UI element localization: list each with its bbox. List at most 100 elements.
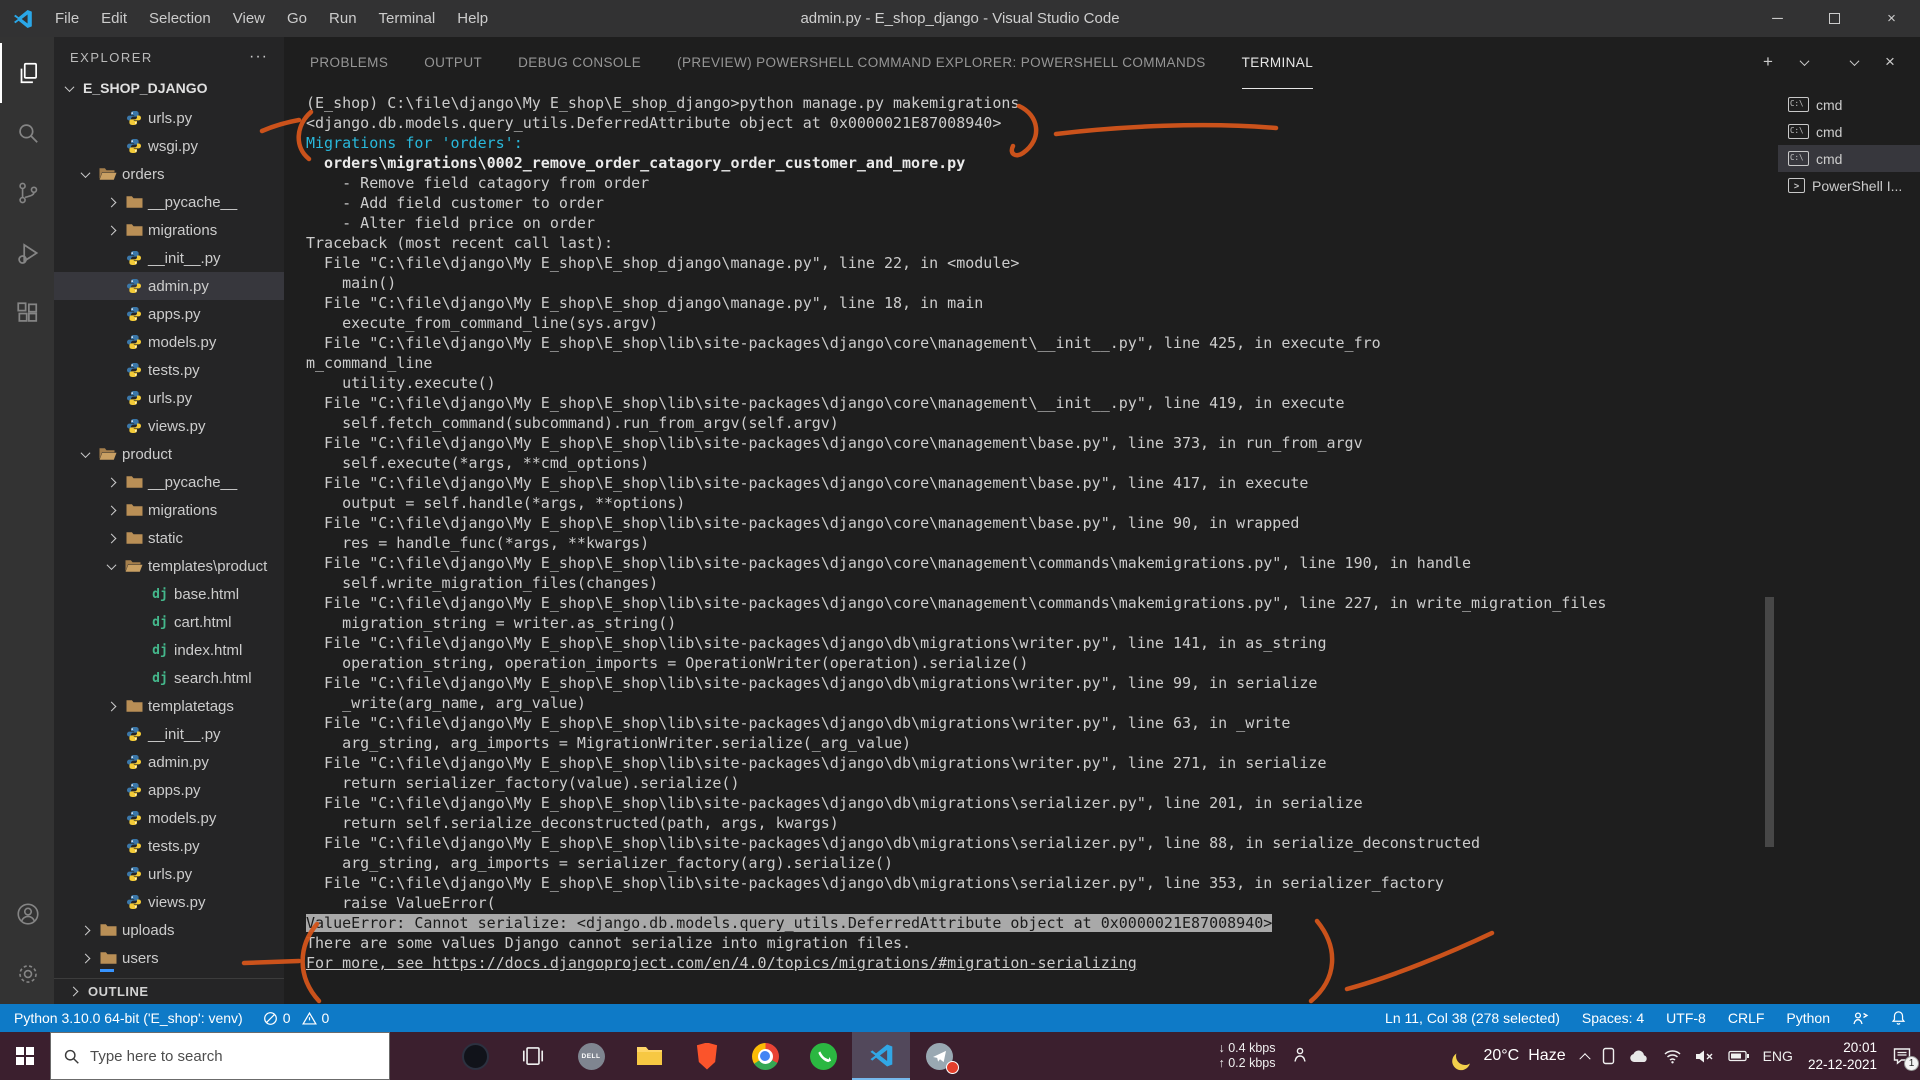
terminal-output[interactable]: (E_shop) C:\file\django\My E_shop\E_shop… — [284, 89, 1778, 1004]
tree-item-apps-py[interactable]: apps.py — [54, 300, 284, 328]
workspace-section-header[interactable]: E_SHOP_DJANGO — [54, 77, 284, 99]
clock-widget[interactable]: 20:01 22-12-2021 — [1808, 1039, 1877, 1073]
net-speed-widget[interactable]: ↓ 0.4 kbps ↑ 0.2 kbps — [1218, 1041, 1275, 1071]
panel-tab-problems[interactable]: PROBLEMS — [310, 37, 388, 89]
tree-item-tests-py[interactable]: tests.py — [54, 356, 284, 384]
menu-view[interactable]: View — [222, 0, 276, 37]
taskbar-file-explorer-icon[interactable] — [620, 1032, 678, 1080]
eol-sequence[interactable]: CRLF — [1728, 1010, 1765, 1026]
menu-help[interactable]: Help — [446, 0, 499, 37]
weather-widget[interactable]: 20°C Haze — [1456, 1047, 1565, 1065]
python-interpreter[interactable]: Python 3.10.0 64-bit ('E_shop': venv) — [14, 1010, 243, 1026]
tree-item-product[interactable]: product — [54, 440, 284, 468]
tree-item--init-py[interactable]: __init__.py — [54, 244, 284, 272]
menu-terminal[interactable]: Terminal — [368, 0, 447, 37]
indentation[interactable]: Spaces: 4 — [1582, 1010, 1644, 1026]
tree-item-users[interactable]: users — [54, 944, 284, 972]
encoding[interactable]: UTF-8 — [1666, 1010, 1706, 1026]
tree-item-cart-html[interactable]: dj cart.html — [54, 608, 284, 636]
tree-item-admin-py[interactable]: admin.py — [54, 272, 284, 300]
people-icon[interactable] — [1290, 1046, 1308, 1066]
terminal-instance-powershell-i-[interactable]: > PowerShell I... — [1778, 172, 1920, 199]
terminal-instance-cmd[interactable]: C:\ cmd — [1778, 145, 1920, 172]
terminal-instance-cmd[interactable]: C:\ cmd — [1778, 91, 1920, 118]
problems-status[interactable]: 0 0 — [263, 1010, 329, 1026]
tree-item-migrations[interactable]: migrations — [54, 216, 284, 244]
tree-item-apps-py[interactable]: apps.py — [54, 776, 284, 804]
tree-item-views-py[interactable]: views.py — [54, 412, 284, 440]
tree-item-tests-py[interactable]: tests.py — [54, 832, 284, 860]
taskbar-telegram-icon[interactable] — [910, 1032, 968, 1080]
phone-icon[interactable] — [1602, 1047, 1615, 1065]
taskbar-whatsapp-icon[interactable] — [794, 1032, 852, 1080]
tree-item-templates-product[interactable]: templates\product — [54, 552, 284, 580]
panel-tab-terminal[interactable]: TERMINAL — [1241, 37, 1314, 89]
menu-selection[interactable]: Selection — [138, 0, 222, 37]
language-mode[interactable]: Python — [1786, 1010, 1830, 1026]
activity-extensions-icon[interactable] — [0, 283, 54, 343]
hidden-icons-chevron-icon[interactable] — [1578, 1053, 1591, 1065]
tree-item-urls-py[interactable]: urls.py — [54, 384, 284, 412]
outline-section[interactable]: OUTLINE — [54, 978, 284, 1004]
menu-file[interactable]: File — [44, 0, 90, 37]
tree-item-uploads[interactable]: uploads — [54, 916, 284, 944]
explorer-actions-button[interactable]: ··· — [249, 48, 268, 66]
tree-item-models-py[interactable]: models.py — [54, 804, 284, 832]
notifications-bell-icon[interactable] — [1891, 1010, 1906, 1026]
activity-search-icon[interactable] — [0, 103, 54, 163]
taskbar-task-view-icon[interactable] — [504, 1032, 562, 1080]
panel-tab-output[interactable]: OUTPUT — [424, 37, 482, 89]
tree-item-urls-py[interactable]: urls.py — [54, 860, 284, 888]
tree-item-search-html[interactable]: dj search.html — [54, 664, 284, 692]
taskbar-brave-icon[interactable] — [678, 1032, 736, 1080]
tree-item-migrations[interactable]: migrations — [54, 496, 284, 524]
activity-account-icon[interactable] — [0, 884, 54, 944]
tree-item-models-py[interactable]: models.py — [54, 328, 284, 356]
maximize-button[interactable] — [1806, 0, 1863, 37]
tree-item-orders[interactable]: orders — [54, 160, 284, 188]
panel-tab--preview-powershell-command-explorer-powershell-commands[interactable]: (PREVIEW) POWERSHELL COMMAND EXPLORER: P… — [677, 37, 1206, 89]
sidebar-scroll-indicator[interactable] — [100, 969, 114, 972]
tree-item--pycache-[interactable]: __pycache__ — [54, 188, 284, 216]
taskbar-vscode-icon[interactable] — [852, 1032, 910, 1080]
tree-item--pycache-[interactable]: __pycache__ — [54, 468, 284, 496]
panel-chevron-icon[interactable] — [1844, 52, 1864, 72]
menu-run[interactable]: Run — [318, 0, 368, 37]
tree-item-templatetags[interactable]: templatetags — [54, 692, 284, 720]
minimize-button[interactable]: ─ — [1749, 0, 1806, 37]
tree-item-static[interactable]: static — [54, 524, 284, 552]
taskbar-dell-icon[interactable]: DELL — [562, 1032, 620, 1080]
activity-settings-icon[interactable] — [0, 944, 54, 1004]
start-button[interactable] — [0, 1032, 50, 1080]
tree-item-base-html[interactable]: dj base.html — [54, 580, 284, 608]
activity-run-debug-icon[interactable] — [0, 223, 54, 283]
panel-tab-debug-console[interactable]: DEBUG CONSOLE — [518, 37, 641, 89]
cursor-position[interactable]: Ln 11, Col 38 (278 selected) — [1385, 1010, 1560, 1026]
launch-profile-chevron-icon[interactable] — [1794, 52, 1814, 72]
menu-edit[interactable]: Edit — [90, 0, 138, 37]
tree-item-admin-py[interactable]: admin.py — [54, 748, 284, 776]
close-button[interactable]: × — [1863, 0, 1920, 37]
input-language[interactable]: ENG — [1763, 1048, 1793, 1064]
tree-item-urls-py[interactable]: urls.py — [54, 104, 284, 132]
taskbar-round-app-icon[interactable] — [446, 1032, 504, 1080]
onedrive-cloud-icon[interactable] — [1628, 1049, 1650, 1063]
terminal-instance-cmd[interactable]: C:\ cmd — [1778, 118, 1920, 145]
tree-item-views-py[interactable]: views.py — [54, 888, 284, 916]
feedback-icon[interactable] — [1852, 1011, 1869, 1026]
close-panel-button[interactable]: × — [1880, 52, 1900, 72]
activity-explorer-icon[interactable] — [0, 43, 54, 103]
taskbar-chrome-icon[interactable] — [736, 1032, 794, 1080]
battery-icon[interactable] — [1727, 1050, 1750, 1062]
taskbar-search-input[interactable]: Type here to search — [50, 1032, 390, 1080]
wifi-icon[interactable] — [1663, 1049, 1682, 1064]
action-center-button[interactable]: 1 — [1892, 1047, 1919, 1071]
volume-muted-icon[interactable] — [1695, 1049, 1715, 1064]
terminal-scrollbar[interactable] — [1765, 597, 1774, 847]
new-terminal-button[interactable]: + — [1758, 52, 1778, 72]
tree-item-index-html[interactable]: dj index.html — [54, 636, 284, 664]
tree-item-wsgi-py[interactable]: wsgi.py — [54, 132, 284, 160]
tree-item--init-py[interactable]: __init__.py — [54, 720, 284, 748]
menu-go[interactable]: Go — [276, 0, 318, 37]
activity-source-control-icon[interactable] — [0, 163, 54, 223]
